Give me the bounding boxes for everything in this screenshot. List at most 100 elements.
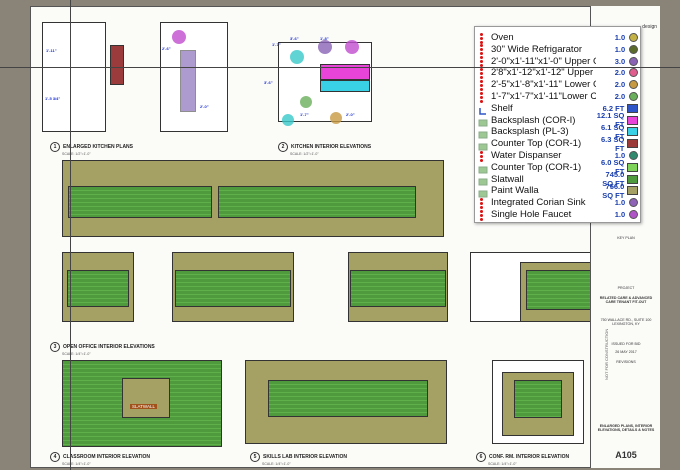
drawing-title-text: KITCHEN INTERIOR ELEVATIONS bbox=[291, 144, 372, 150]
legend-item-label: Slatwall bbox=[491, 173, 524, 185]
legend-color-swatch bbox=[629, 44, 638, 54]
backsplash-pl3 bbox=[320, 80, 370, 92]
legend-item-label: 2'8"x1'-12"x1'-12" Upper C... bbox=[491, 67, 596, 79]
legend-item-label: Backsplash (COR-I) bbox=[491, 114, 576, 126]
count-dots-icon bbox=[478, 150, 488, 162]
legend-item-label: 30" Wide Refrigarator bbox=[491, 43, 583, 55]
drawing-scale: SCALE: 1/4"=1'-0" bbox=[62, 462, 91, 466]
upper-cabinet-marker bbox=[290, 50, 304, 64]
drawing-title-5: 5 SKILLS LAB INTERIOR ELEVATION SCALE: 1/… bbox=[250, 452, 347, 466]
fixture-marker bbox=[172, 30, 186, 44]
dimension-label: 3'-6" bbox=[264, 80, 273, 85]
drawing-title-text: ENLARGED KITCHEN PLANS bbox=[63, 144, 134, 150]
area-measure-icon bbox=[478, 115, 488, 127]
drawing-number: 5 bbox=[250, 452, 260, 462]
count-dots-icon bbox=[478, 209, 488, 221]
legend-item-quantity: 2.0 bbox=[614, 80, 626, 90]
drawing-title-text: SKILLS LAB INTERIOR ELEVATION bbox=[263, 454, 347, 460]
lower-cabinet-marker bbox=[330, 112, 342, 124]
drawing-title-4: 4 CLASSROOM INTERIOR ELEVATION SCALE: 1/4… bbox=[50, 452, 150, 466]
count-dots-icon bbox=[478, 197, 488, 209]
legend-item-label: Counter Top (COR-1) bbox=[491, 161, 582, 173]
lower-cabinet-marker bbox=[282, 114, 294, 126]
legend-color-swatch bbox=[629, 151, 638, 160]
kitchen-plan-counter bbox=[180, 50, 196, 112]
legend-color-swatch bbox=[627, 186, 638, 196]
drawing-scale: SCALE: 1/4"=1'-0" bbox=[488, 462, 517, 466]
slatwall-panel bbox=[350, 270, 446, 307]
legend-color-swatch bbox=[629, 68, 638, 78]
legend-color-swatch bbox=[629, 92, 638, 101]
legend-color-swatch bbox=[629, 80, 638, 90]
dimension-label: 2'-0" bbox=[346, 112, 355, 117]
kitchen-plan-left bbox=[42, 22, 106, 132]
dimension-label: 3'-6" bbox=[290, 36, 299, 41]
slatwall-panel bbox=[175, 270, 291, 307]
linear-measure-icon bbox=[478, 103, 488, 116]
upper-cabinet-marker bbox=[318, 40, 332, 54]
dimension-label: 1'-8" bbox=[320, 36, 329, 41]
crosshair-vertical bbox=[70, 0, 71, 470]
legend-item-label: Water Dispanser bbox=[491, 150, 562, 161]
legend-item-label: Paint Walla bbox=[491, 185, 539, 197]
legend-color-swatch bbox=[629, 33, 638, 42]
legend-item[interactable]: Single Hole Faucet 1.0 bbox=[478, 208, 638, 221]
upper-cabinet-marker bbox=[345, 40, 359, 54]
legend-item-label: Integrated Corian Sink bbox=[491, 197, 586, 209]
dimension-label: 1'-5 3/4" bbox=[45, 96, 61, 101]
count-dots-icon bbox=[478, 67, 488, 79]
drawing-number: 1 bbox=[50, 142, 60, 152]
dimension-label: 1'-7" bbox=[272, 42, 281, 47]
legend-item-label: 2'-5"x1'-8"x1'-11" Lower C... bbox=[491, 79, 596, 91]
classroom-slatwall-tag: SLATWALL bbox=[130, 404, 158, 409]
count-dots-icon bbox=[478, 44, 488, 56]
crosshair-horizontal bbox=[0, 67, 680, 68]
key-plan-label: KEY PLAN bbox=[617, 236, 635, 240]
legend-item-label: 1'-7"x1'-7"x1'-11"Lower C... bbox=[491, 91, 597, 102]
legend-item-quantity: 2.0 bbox=[614, 92, 626, 101]
legend-color-swatch bbox=[627, 139, 638, 149]
classroom-board bbox=[122, 378, 170, 418]
project-address: 750 WALLACE RD., SUITE 100 LEXINGTON, KY bbox=[600, 318, 652, 326]
drawing-title-text: CONF. RM. INTERIOR ELEVATION bbox=[489, 454, 570, 460]
area-measure-icon bbox=[478, 127, 488, 139]
legend-item-label: Oven bbox=[491, 32, 514, 43]
area-measure-icon bbox=[478, 174, 488, 186]
legend-item-label: Shelf bbox=[491, 102, 513, 114]
legend-item-label: Counter Top (COR-1) bbox=[491, 138, 582, 150]
count-dots-icon bbox=[478, 32, 488, 44]
legend-item-quantity: 1.0 bbox=[614, 210, 626, 219]
sheet-number: A105 bbox=[615, 450, 637, 460]
skills-lab-slatwall bbox=[268, 380, 428, 417]
project-name: RELATED CARE & ADVANCED CARE TENANT FIT-… bbox=[599, 296, 653, 304]
legend-color-swatch bbox=[629, 56, 638, 66]
drawing-number: 4 bbox=[50, 452, 60, 462]
takeoff-legend-panel[interactable]: Oven 1.0 30" Wide Refrigarator 1.0 2'-0"x1'-… bbox=[474, 26, 641, 223]
drawing-title-3: 3 OPEN OFFICE INTERIOR ELEVATIONS SCALE: … bbox=[50, 342, 155, 356]
drawing-title-text: CLASSROOM INTERIOR ELEVATION bbox=[63, 454, 151, 460]
drawing-scale: SCALE: 1/4"=1'-0" bbox=[262, 462, 291, 466]
refrigerator-block bbox=[110, 45, 124, 85]
legend-item-quantity: 1.0 bbox=[614, 44, 626, 54]
drawing-title-1: 1 ENLARGED KITCHEN PLANS SCALE: 1/2"=1'-0… bbox=[50, 142, 133, 156]
drawing-number: 3 bbox=[50, 342, 60, 352]
count-dots-icon bbox=[478, 79, 488, 91]
area-measure-icon bbox=[478, 162, 488, 174]
drawing-scale: SCALE: 1/4"=1'-0" bbox=[62, 352, 91, 356]
legend-item-quantity: 3.0 bbox=[614, 56, 626, 66]
legend-color-swatch bbox=[629, 210, 638, 219]
area-measure-icon bbox=[478, 186, 488, 198]
lower-cabinet-marker bbox=[300, 96, 312, 108]
drawing-scale: SCALE: 1/2"=1'-0" bbox=[290, 152, 319, 156]
legend-item-label: Single Hole Faucet bbox=[491, 209, 572, 220]
slatwall-panel bbox=[68, 186, 212, 218]
legend-color-swatch bbox=[627, 174, 638, 184]
area-measure-icon bbox=[478, 139, 488, 151]
slatwall-panel bbox=[67, 270, 129, 307]
legend-item-quantity: 2.0 bbox=[614, 68, 626, 78]
construction-stamp: NOT FOR CONSTRUCTION bbox=[604, 328, 609, 380]
drawing-scale: SCALE: 1/2"=1'-0" bbox=[62, 152, 91, 156]
dimension-label: 1'-11" bbox=[46, 48, 57, 53]
dimension-label: 2'-6" bbox=[162, 46, 171, 51]
sheet-title: ENLARGED PLANS, INTERIOR ELEVATIONS, DET… bbox=[597, 424, 655, 432]
